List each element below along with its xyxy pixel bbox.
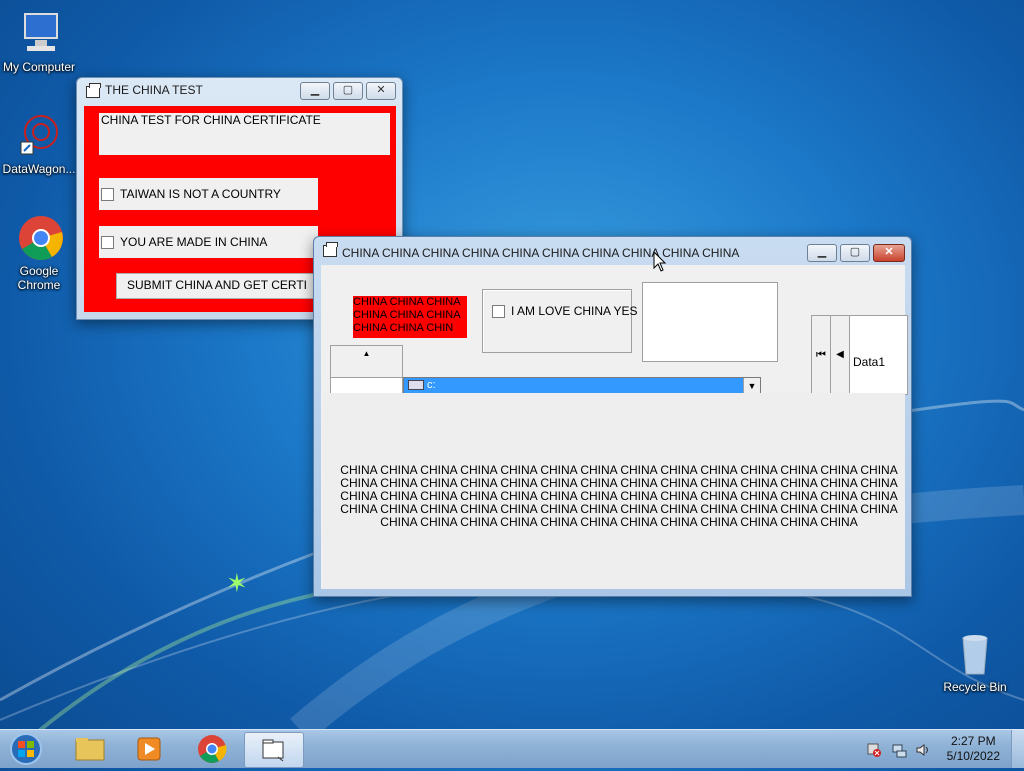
svg-text:✶: ✶ xyxy=(226,569,248,599)
close-button[interactable]: ✕ xyxy=(873,244,905,262)
header-label: CHINA TEST FOR CHINA CERTIFICATE xyxy=(99,113,390,155)
tray-network-icon[interactable] xyxy=(891,742,907,758)
close-button[interactable]: ✕ xyxy=(366,82,396,100)
drive-icon xyxy=(408,380,424,390)
close-icon: ✕ xyxy=(376,84,386,96)
close-icon: ✕ xyxy=(884,246,894,258)
prev-record-icon: ◀ xyxy=(836,349,844,360)
desktop-icon-label: DataWagon... xyxy=(2,162,76,176)
clock-date: 5/10/2022 xyxy=(946,749,1000,763)
taskbar-media-player[interactable] xyxy=(120,732,178,766)
desktop-icon-my-computer[interactable]: My Computer xyxy=(0,10,78,74)
window-title: CHINA CHINA CHINA CHINA CHINA CHINA CHIN… xyxy=(342,246,740,260)
media-player-icon xyxy=(137,737,161,761)
scroll-up-button[interactable]: ▲ xyxy=(330,345,403,362)
maximize-icon: ▢ xyxy=(342,84,354,96)
submit-button[interactable]: SUBMIT CHINA AND GET CERTI xyxy=(116,273,318,299)
desktop-icon-datawagon[interactable]: DataWagon... xyxy=(0,112,78,176)
maximize-icon: ▢ xyxy=(849,246,861,258)
window-titlebar[interactable]: CHINA CHINA CHINA CHINA CHINA CHINA CHIN… xyxy=(314,237,911,263)
data-control[interactable]: ⏮ ◀ Data1 xyxy=(811,315,908,395)
datawagon-icon xyxy=(15,112,63,160)
checkbox-box[interactable] xyxy=(101,187,114,201)
window-title: THE CHINA TEST xyxy=(105,83,203,97)
window-titlebar[interactable]: THE CHINA TEST ▁ ▢ ✕ xyxy=(77,78,402,104)
made-in-china-checkbox[interactable]: YOU ARE MADE IN CHINA xyxy=(99,226,318,258)
minimize-icon: ▁ xyxy=(817,246,827,258)
chrome-icon xyxy=(198,735,227,763)
desktop-icon-chrome[interactable]: Google Chrome xyxy=(0,214,78,292)
prev-record-button[interactable]: ◀ xyxy=(831,316,850,394)
data-caption: Data1 xyxy=(853,355,886,369)
windows-logo-icon xyxy=(10,733,42,765)
maximize-button[interactable]: ▢ xyxy=(840,244,870,262)
app-icon xyxy=(323,242,338,257)
minimize-button[interactable]: ▁ xyxy=(300,82,330,100)
scroll-track[interactable] xyxy=(330,361,403,378)
taiwan-checkbox[interactable]: TAIWAN IS NOT A COUNTRY xyxy=(99,178,318,210)
folder-icon xyxy=(75,738,105,761)
desktop-icon-label: My Computer xyxy=(2,60,76,74)
maximize-button[interactable]: ▢ xyxy=(333,82,363,100)
checkbox-frame xyxy=(482,289,632,353)
taskbar-chrome[interactable] xyxy=(182,732,240,766)
desktop-icon-label: Recycle Bin xyxy=(943,680,1007,694)
desktop-icon-label: Google Chrome xyxy=(17,264,61,292)
textbox[interactable] xyxy=(642,282,778,362)
app-icon xyxy=(86,83,101,98)
checkbox-box[interactable] xyxy=(101,235,114,249)
desktop-icon-recycle-bin[interactable]: Recycle Bin xyxy=(936,630,1014,694)
first-record-button[interactable]: ⏮ xyxy=(812,316,831,394)
taskbar: 2:27 PM 5/10/2022 xyxy=(0,729,1024,768)
drive-value: c: xyxy=(427,379,436,391)
love-china-checkbox[interactable]: I AM LOVE CHINA YES xyxy=(492,304,638,318)
clock[interactable]: 2:27 PM 5/10/2022 xyxy=(947,734,1000,764)
lower-panel: CHINA CHINA CHINA CHINA CHINA CHINA CHIN… xyxy=(323,393,905,589)
clock-time: 2:27 PM xyxy=(950,734,996,748)
chrome-icon xyxy=(15,214,63,262)
tray-volume-icon[interactable] xyxy=(915,742,931,758)
form-client-area: CHINA CHINA CHINA CHINA CHINA CHINA CHIN… xyxy=(321,265,908,589)
taskbar-explorer[interactable] xyxy=(60,732,118,766)
recycle-bin-icon xyxy=(951,630,999,678)
arrow-up-icon: ▲ xyxy=(362,349,371,358)
china-main-window[interactable]: CHINA CHINA CHINA CHINA CHINA CHINA CHIN… xyxy=(313,236,912,597)
show-desktop-button[interactable] xyxy=(1011,730,1024,768)
window-app-icon xyxy=(262,739,284,762)
minimize-icon: ▁ xyxy=(310,84,320,96)
mouse-cursor xyxy=(653,251,667,272)
computer-icon xyxy=(15,10,63,58)
dropdown-button[interactable]: ▼ xyxy=(743,378,760,394)
tray-flag-icon[interactable] xyxy=(866,742,882,758)
start-button[interactable] xyxy=(6,730,46,768)
big-text-label: CHINA CHINA CHINA CHINA CHINA CHINA CHIN… xyxy=(340,463,898,529)
minimize-button[interactable]: ▁ xyxy=(807,244,837,262)
checkbox-box[interactable] xyxy=(492,304,505,318)
first-record-icon: ⏮ xyxy=(816,349,826,361)
taskbar-vb-app[interactable] xyxy=(244,732,304,768)
red-label: CHINA CHINA CHINA CHINA CHINA CHINA CHIN… xyxy=(353,296,467,338)
